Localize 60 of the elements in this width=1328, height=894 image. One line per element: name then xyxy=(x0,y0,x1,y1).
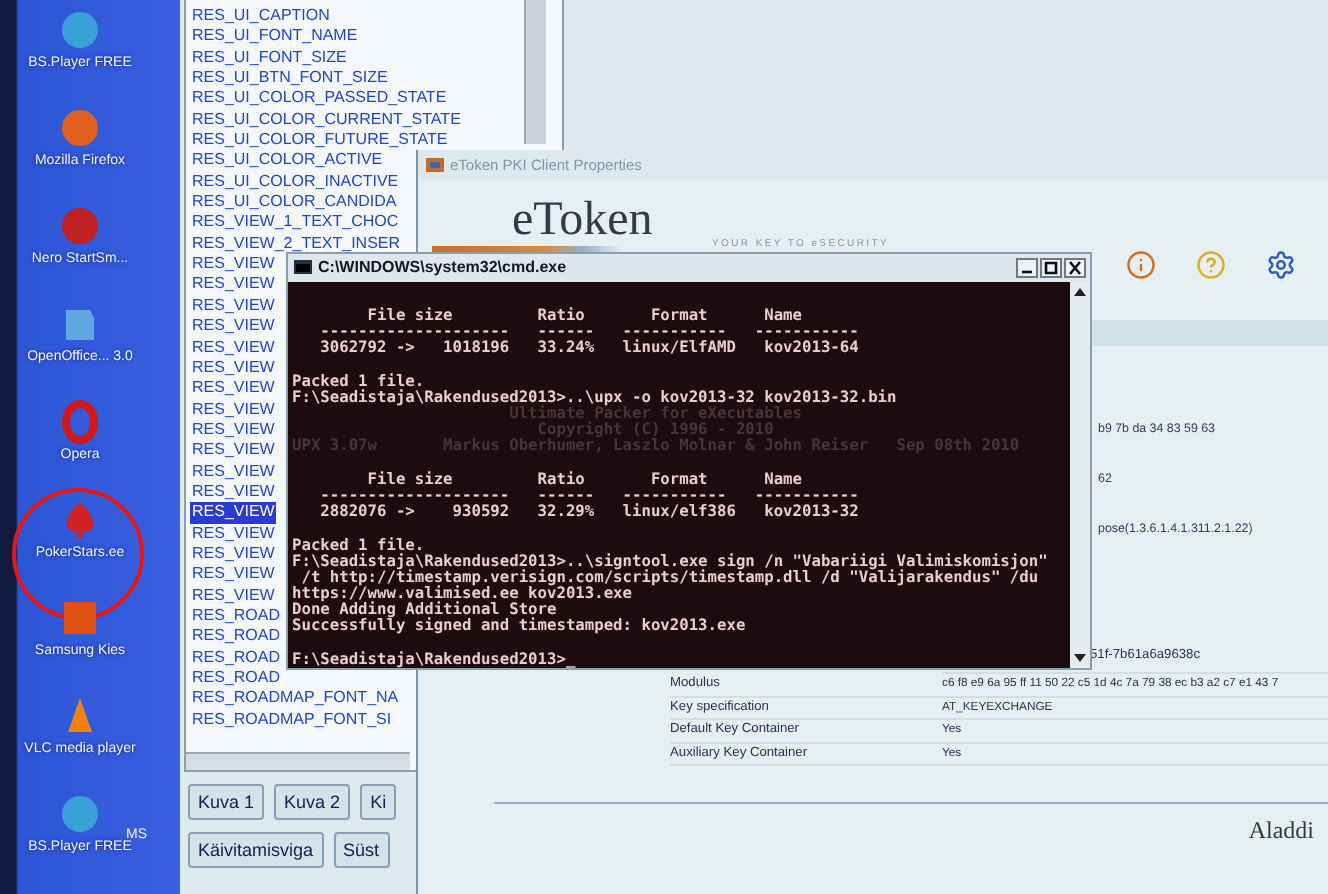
app-button[interactable]: Kuva 1 xyxy=(188,784,265,820)
list-item[interactable]: RES_VIEW_2_TEXT_INSER xyxy=(190,233,403,255)
list-item[interactable]: RES_ROADMAP_FONT_NA xyxy=(190,688,401,710)
app-button[interactable]: Käivitamisviga xyxy=(188,832,324,868)
disc-icon[interactable] xyxy=(58,204,102,248)
list-item[interactable]: RES_UI_COLOR_CURRENT_STATE xyxy=(190,109,463,131)
list-item[interactable]: RES_VIEW xyxy=(190,502,277,524)
scrollbar[interactable] xyxy=(1070,281,1090,668)
settings-icon[interactable] xyxy=(1265,250,1296,280)
window-icon xyxy=(426,158,444,172)
help-icon[interactable] xyxy=(1195,250,1226,280)
list-item[interactable]: RES_VIEW xyxy=(190,254,277,275)
list-item[interactable]: RES_VIEW xyxy=(190,585,277,606)
list-item[interactable]: RES_UI_COLOR_ACTIVE xyxy=(190,150,385,172)
scrollbar[interactable] xyxy=(186,752,410,770)
list-item[interactable]: RES_UI_COLOR_CANDIDA xyxy=(190,192,399,213)
list-item[interactable]: RES_ROAD xyxy=(190,647,283,668)
disc-icon[interactable] xyxy=(58,8,102,52)
maximize-icon[interactable] xyxy=(1040,257,1062,278)
list-item[interactable]: RES_ROADMAP_FONT_SI xyxy=(190,709,394,731)
app-icon[interactable] xyxy=(58,596,102,640)
scrollbar[interactable] xyxy=(524,0,546,144)
list-item[interactable]: RES_VIEW xyxy=(190,543,277,565)
list-item[interactable]: RES_UI_FONT_NAME xyxy=(190,26,360,48)
list-item[interactable]: RES_VIEW xyxy=(190,378,277,400)
list-item[interactable]: RES_VIEW xyxy=(190,481,277,503)
list-item[interactable]: RES_UI_BTN_FONT_SIZE xyxy=(190,68,390,89)
minimize-icon[interactable] xyxy=(1016,257,1038,278)
list-item[interactable]: RES_VIEW xyxy=(190,316,277,337)
list-item[interactable]: RES_VIEW xyxy=(190,295,277,317)
list-item[interactable]: RES_UI_FONT_SIZE xyxy=(190,47,349,69)
globe-icon[interactable] xyxy=(58,106,102,150)
console-icon xyxy=(294,260,312,275)
list-item[interactable]: RES_VIEW_1_TEXT_CHOC xyxy=(190,212,401,234)
list-item[interactable]: RES_VIEW xyxy=(190,461,277,482)
list-item[interactable]: RES_ROAD xyxy=(190,605,283,627)
app-button[interactable]: Süst xyxy=(333,832,390,868)
list-item[interactable]: RES_UI_COLOR_INACTIVE xyxy=(190,171,401,193)
window-title: C:\WINDOWS\system32\cmd.exe xyxy=(318,258,569,277)
app-button[interactable]: Kuva 2 xyxy=(274,784,351,820)
list-item[interactable]: RES_VIEW xyxy=(190,399,277,420)
brand-logo: Aladdi xyxy=(1248,816,1314,847)
list-item[interactable]: RES_VIEW xyxy=(190,523,277,544)
list-item[interactable]: RES_VIEW xyxy=(190,440,277,462)
list-item[interactable]: RES_VIEW xyxy=(190,337,277,358)
list-item[interactable]: RES_VIEW xyxy=(190,419,277,441)
list-item[interactable]: RES_UI_CAPTION xyxy=(190,6,332,27)
list-item[interactable]: RES_VIEW xyxy=(190,274,277,296)
list-item[interactable]: RES_VIEW xyxy=(190,564,277,586)
list-item[interactable]: RES_ROAD xyxy=(190,626,283,648)
list-item[interactable]: RES_UI_COLOR_FUTURE_STATE xyxy=(190,130,450,151)
list-item[interactable]: RES_UI_COLOR_PASSED_STATE xyxy=(190,88,449,110)
logo: eToken xyxy=(512,196,655,244)
ring-icon[interactable] xyxy=(58,400,102,444)
info-icon[interactable] xyxy=(1125,250,1156,280)
app-button[interactable]: Ki xyxy=(360,784,397,820)
disc-icon[interactable] xyxy=(58,792,102,836)
list-item[interactable]: RES_VIEW xyxy=(190,357,277,379)
list-item[interactable]: RES_ROAD xyxy=(190,668,283,689)
close-icon[interactable] xyxy=(1064,257,1086,278)
